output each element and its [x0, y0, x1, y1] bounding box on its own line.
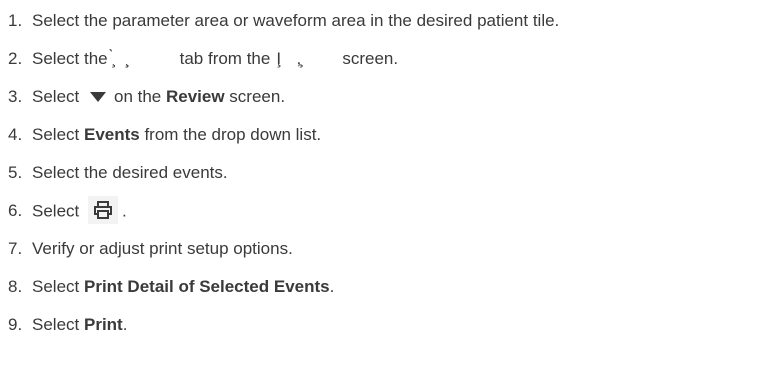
step-1: 1. Select the parameter area or waveform …: [8, 10, 559, 48]
step-5: 5. Select the desired events.: [8, 162, 559, 200]
step-text: Select Events from the drop down list.: [32, 124, 321, 146]
step-text: Select .: [32, 196, 127, 224]
step-text: Select Print.: [32, 314, 127, 336]
printer-icon: [87, 196, 118, 224]
step-6: 6. Select .: [8, 196, 559, 238]
step-text-segment: screen.: [342, 49, 399, 68]
step-text-segment: Select: [32, 87, 84, 106]
step-text: Verify or adjust print setup options.: [32, 238, 293, 260]
step-text-segment: screen.: [224, 87, 286, 106]
step-3: 3. Select on the Review screen.: [8, 86, 559, 124]
step-number: 6.: [8, 201, 23, 220]
step-text-segment: Select: [32, 315, 84, 334]
step-text: Select on the Review screen.: [32, 86, 285, 108]
procedure-steps: 1. Select the parameter area or waveform …: [8, 10, 559, 352]
step-text-segment: Select the parameter area or waveform ar…: [32, 11, 560, 30]
ui-label-reference: Print Detail of Selected Events: [83, 277, 330, 296]
step-text-segment: Verify or adjust print setup options.: [32, 239, 293, 258]
unrendered-label: I̧ ,̧: [276, 49, 304, 68]
ui-label-reference: Print: [83, 315, 123, 334]
ui-label-reference: Events: [83, 125, 140, 144]
step-text: Select Print Detail of Selected Events.: [32, 276, 334, 298]
step-number: 9.: [8, 315, 23, 334]
dropdown-triangle-icon: [89, 91, 106, 102]
step-text-segment: .: [329, 277, 335, 296]
step-4: 4. Select Events from the drop down list.: [8, 124, 559, 162]
unrendered-label: ̧̀ ̧̧: [113, 49, 130, 68]
ui-label-reference: Review: [165, 87, 225, 106]
step-text: Select thȩ̀ ̧̧ tab from the I̧ ,̧ screen.: [32, 48, 398, 70]
step-text-segment: .: [122, 315, 128, 334]
step-number: 5.: [8, 163, 23, 182]
step-number: 8.: [8, 277, 23, 296]
step-text-segment: Select: [32, 201, 84, 221]
step-number: 7.: [8, 239, 23, 258]
step-7: 7. Verify or adjust print setup options.: [8, 238, 559, 276]
step-text-segment: from the drop down list.: [139, 125, 322, 144]
step-2: 2. Select thȩ̀ ̧̧ tab from the I̧ ,̧ screen…: [8, 48, 559, 86]
step-text: Select the desired events.: [32, 162, 228, 184]
step-text: Select the parameter area or waveform ar…: [32, 10, 559, 32]
step-text-segment: Select the desired events.: [32, 163, 228, 182]
step-text-segment: .: [121, 201, 127, 221]
step-text-segment: Select the: [32, 49, 108, 68]
step-text-segment: tab from the: [179, 49, 271, 68]
step-number: 3.: [8, 87, 23, 106]
step-9: 9. Select Print.: [8, 314, 559, 352]
step-8: 8. Select Print Detail of Selected Events…: [8, 276, 559, 314]
step-number: 4.: [8, 125, 23, 144]
step-text-segment: Select: [32, 277, 84, 296]
step-text-segment: on the: [113, 87, 166, 106]
step-number: 1.: [8, 11, 23, 30]
step-number: 2.: [8, 49, 23, 68]
step-text-segment: Select: [32, 125, 84, 144]
